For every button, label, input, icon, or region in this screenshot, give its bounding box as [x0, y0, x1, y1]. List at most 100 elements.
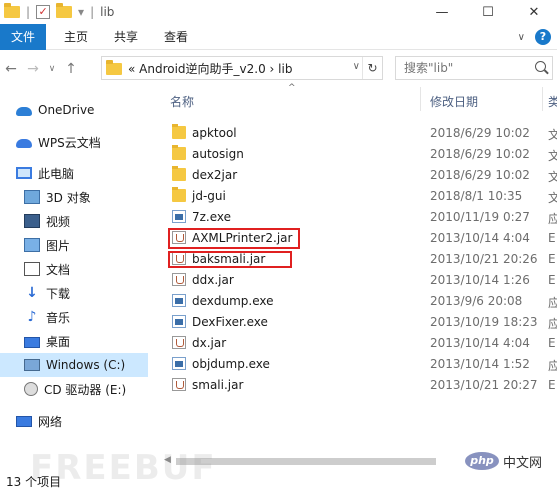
refresh-button[interactable]: ↻	[362, 57, 382, 79]
table-row[interactable]: autosign 2018/6/29 10:02 文	[160, 143, 557, 164]
column-divider[interactable]	[542, 87, 543, 111]
document-icon	[24, 262, 40, 276]
file-type: 文	[548, 149, 557, 163]
tab-home[interactable]: 主页	[64, 28, 88, 45]
sidebar-item-3d[interactable]: 3D 对象	[0, 185, 148, 209]
jar-file-icon	[172, 336, 186, 349]
help-icon[interactable]: ?	[535, 29, 551, 45]
sidebar-item-music[interactable]: ♪ 音乐	[0, 305, 148, 329]
folder-icon	[106, 60, 122, 75]
tab-share[interactable]: 共享	[114, 28, 138, 45]
table-row[interactable]: ddx.jar 2013/10/14 1:26 E	[160, 269, 557, 290]
jar-file-icon	[172, 273, 186, 286]
sidebar-item-pictures[interactable]: 图片	[0, 233, 148, 257]
sidebar-item-label: WPS云文档	[38, 135, 101, 150]
table-row[interactable]: dx.jar 2013/10/14 4:04 E	[160, 332, 557, 353]
folder-icon	[172, 187, 186, 202]
highlight-box	[168, 228, 300, 249]
php-logo: php	[465, 452, 499, 470]
window-title: lib	[100, 5, 115, 19]
file-name: 7z.exe	[192, 210, 232, 224]
sidebar-item-windows-c[interactable]: Windows (C:)	[0, 353, 148, 377]
file-date: 2013/9/6 20:08	[430, 294, 523, 308]
exe-file-icon	[172, 210, 186, 223]
file-date: 2013/10/21 20:26	[430, 252, 538, 266]
file-type: 文	[548, 191, 557, 205]
highlight-box	[168, 251, 292, 268]
3d-objects-icon	[24, 190, 40, 204]
sidebar-item-label: OneDrive	[38, 103, 95, 117]
sidebar-item-label: 3D 对象	[46, 190, 91, 205]
table-row[interactable]: dex2jar 2018/6/29 10:02 文	[160, 164, 557, 185]
file-type: 文	[548, 128, 557, 142]
folder-icon	[172, 124, 186, 139]
sidebar-item-cd-drive[interactable]: CD 驱动器 (E:)	[0, 377, 148, 401]
sidebar-item-label: 音乐	[46, 310, 71, 325]
file-name: dexdump.exe	[192, 294, 274, 308]
file-name: apktool	[192, 126, 237, 140]
table-row[interactable]: jd-gui 2018/8/1 10:35 文	[160, 185, 557, 206]
sidebar-item-desktop[interactable]: 桌面	[0, 329, 148, 353]
back-button[interactable]: ←	[0, 61, 22, 77]
sidebar-item-documents[interactable]: 文档	[0, 257, 148, 281]
sidebar-item-label: 此电脑	[38, 166, 75, 181]
sidebar-item-videos[interactable]: 视频	[0, 209, 148, 233]
address-bar[interactable]: « Android逆向助手_v2.0 › lib ∨ ↻	[101, 56, 383, 80]
new-folder-icon[interactable]	[56, 3, 73, 18]
file-date: 2013/10/19 18:23	[430, 315, 538, 329]
folder-icon	[172, 145, 186, 160]
sidebar-item-label: 桌面	[46, 334, 71, 349]
sidebar-item-label: Windows (C:)	[46, 358, 126, 372]
table-row[interactable]: smali.jar 2013/10/21 20:27 E	[160, 374, 557, 395]
search-input[interactable]	[404, 61, 524, 75]
quick-access-dropdown-icon[interactable]: ▾	[78, 5, 84, 19]
sort-ascending-icon: ^	[288, 83, 296, 93]
folder-icon	[172, 166, 186, 181]
column-header-type[interactable]: 类	[548, 93, 557, 110]
desktop-icon	[24, 336, 40, 348]
music-icon: ♪	[27, 309, 37, 325]
table-row[interactable]: dexdump.exe 2013/9/6 20:08 应	[160, 290, 557, 311]
sidebar-item-this-pc[interactable]: 此电脑	[0, 161, 148, 185]
sidebar-item-network[interactable]: 网络	[0, 409, 148, 433]
forward-button[interactable]: →	[22, 61, 44, 77]
breadcrumb[interactable]: « Android逆向助手_v2.0 › lib	[128, 60, 292, 77]
sidebar-item-onedrive[interactable]: OneDrive	[0, 98, 148, 122]
expand-ribbon-icon[interactable]: ∨	[518, 32, 525, 43]
maximize-button[interactable]: ☐	[465, 0, 511, 24]
download-icon: ↓	[26, 285, 38, 301]
search-icon[interactable]	[535, 61, 546, 72]
sidebar-item-wps[interactable]: WPS云文档	[0, 130, 148, 154]
sidebar-item-label: CD 驱动器 (E:)	[44, 382, 127, 397]
table-row[interactable]: DexFixer.exe 2013/10/19 18:23 应	[160, 311, 557, 332]
file-name: jd-gui	[192, 189, 226, 203]
chevron-down-icon[interactable]: ∨	[353, 61, 360, 72]
column-header-date[interactable]: 修改日期	[430, 93, 478, 110]
sidebar-item-label: 图片	[46, 238, 71, 253]
file-date: 2018/6/29 10:02	[430, 126, 530, 140]
column-header-name[interactable]: 名称	[170, 93, 194, 110]
file-name: autosign	[192, 147, 244, 161]
navigation-bar: ← → ∨ ↑ « Android逆向助手_v2.0 › lib ∨ ↻	[0, 53, 557, 85]
search-box[interactable]	[395, 56, 553, 80]
separator: |	[90, 5, 95, 19]
column-divider[interactable]	[420, 87, 421, 111]
table-row[interactable]: objdump.exe 2013/10/14 1:52 应	[160, 353, 557, 374]
file-date: 2018/6/29 10:02	[430, 147, 530, 161]
table-row[interactable]: apktool 2018/6/29 10:02 文	[160, 122, 557, 143]
computer-icon	[16, 167, 32, 179]
explorer-window: | ✓ ▾ | lib — ☐ ✕ 文件 主页 共享 查看 ∨ ? ← → ∨ …	[0, 0, 557, 492]
file-type: E	[548, 378, 556, 392]
item-count: 13 个项目	[6, 474, 62, 489]
up-button[interactable]: ↑	[60, 61, 82, 77]
close-button[interactable]: ✕	[511, 0, 557, 24]
properties-icon[interactable]: ✓	[36, 5, 51, 19]
recent-locations-button[interactable]: ∨	[44, 64, 60, 74]
cd-drive-icon	[24, 382, 38, 396]
tab-file[interactable]: 文件	[0, 23, 46, 50]
sidebar-item-downloads[interactable]: ↓ 下载	[0, 281, 148, 305]
ribbon-tabs: 文件 主页 共享 查看 ∨ ?	[0, 23, 557, 50]
minimize-button[interactable]: —	[419, 0, 465, 24]
tab-view[interactable]: 查看	[164, 28, 188, 45]
table-row[interactable]: 7z.exe 2010/11/19 0:27 应	[160, 206, 557, 227]
